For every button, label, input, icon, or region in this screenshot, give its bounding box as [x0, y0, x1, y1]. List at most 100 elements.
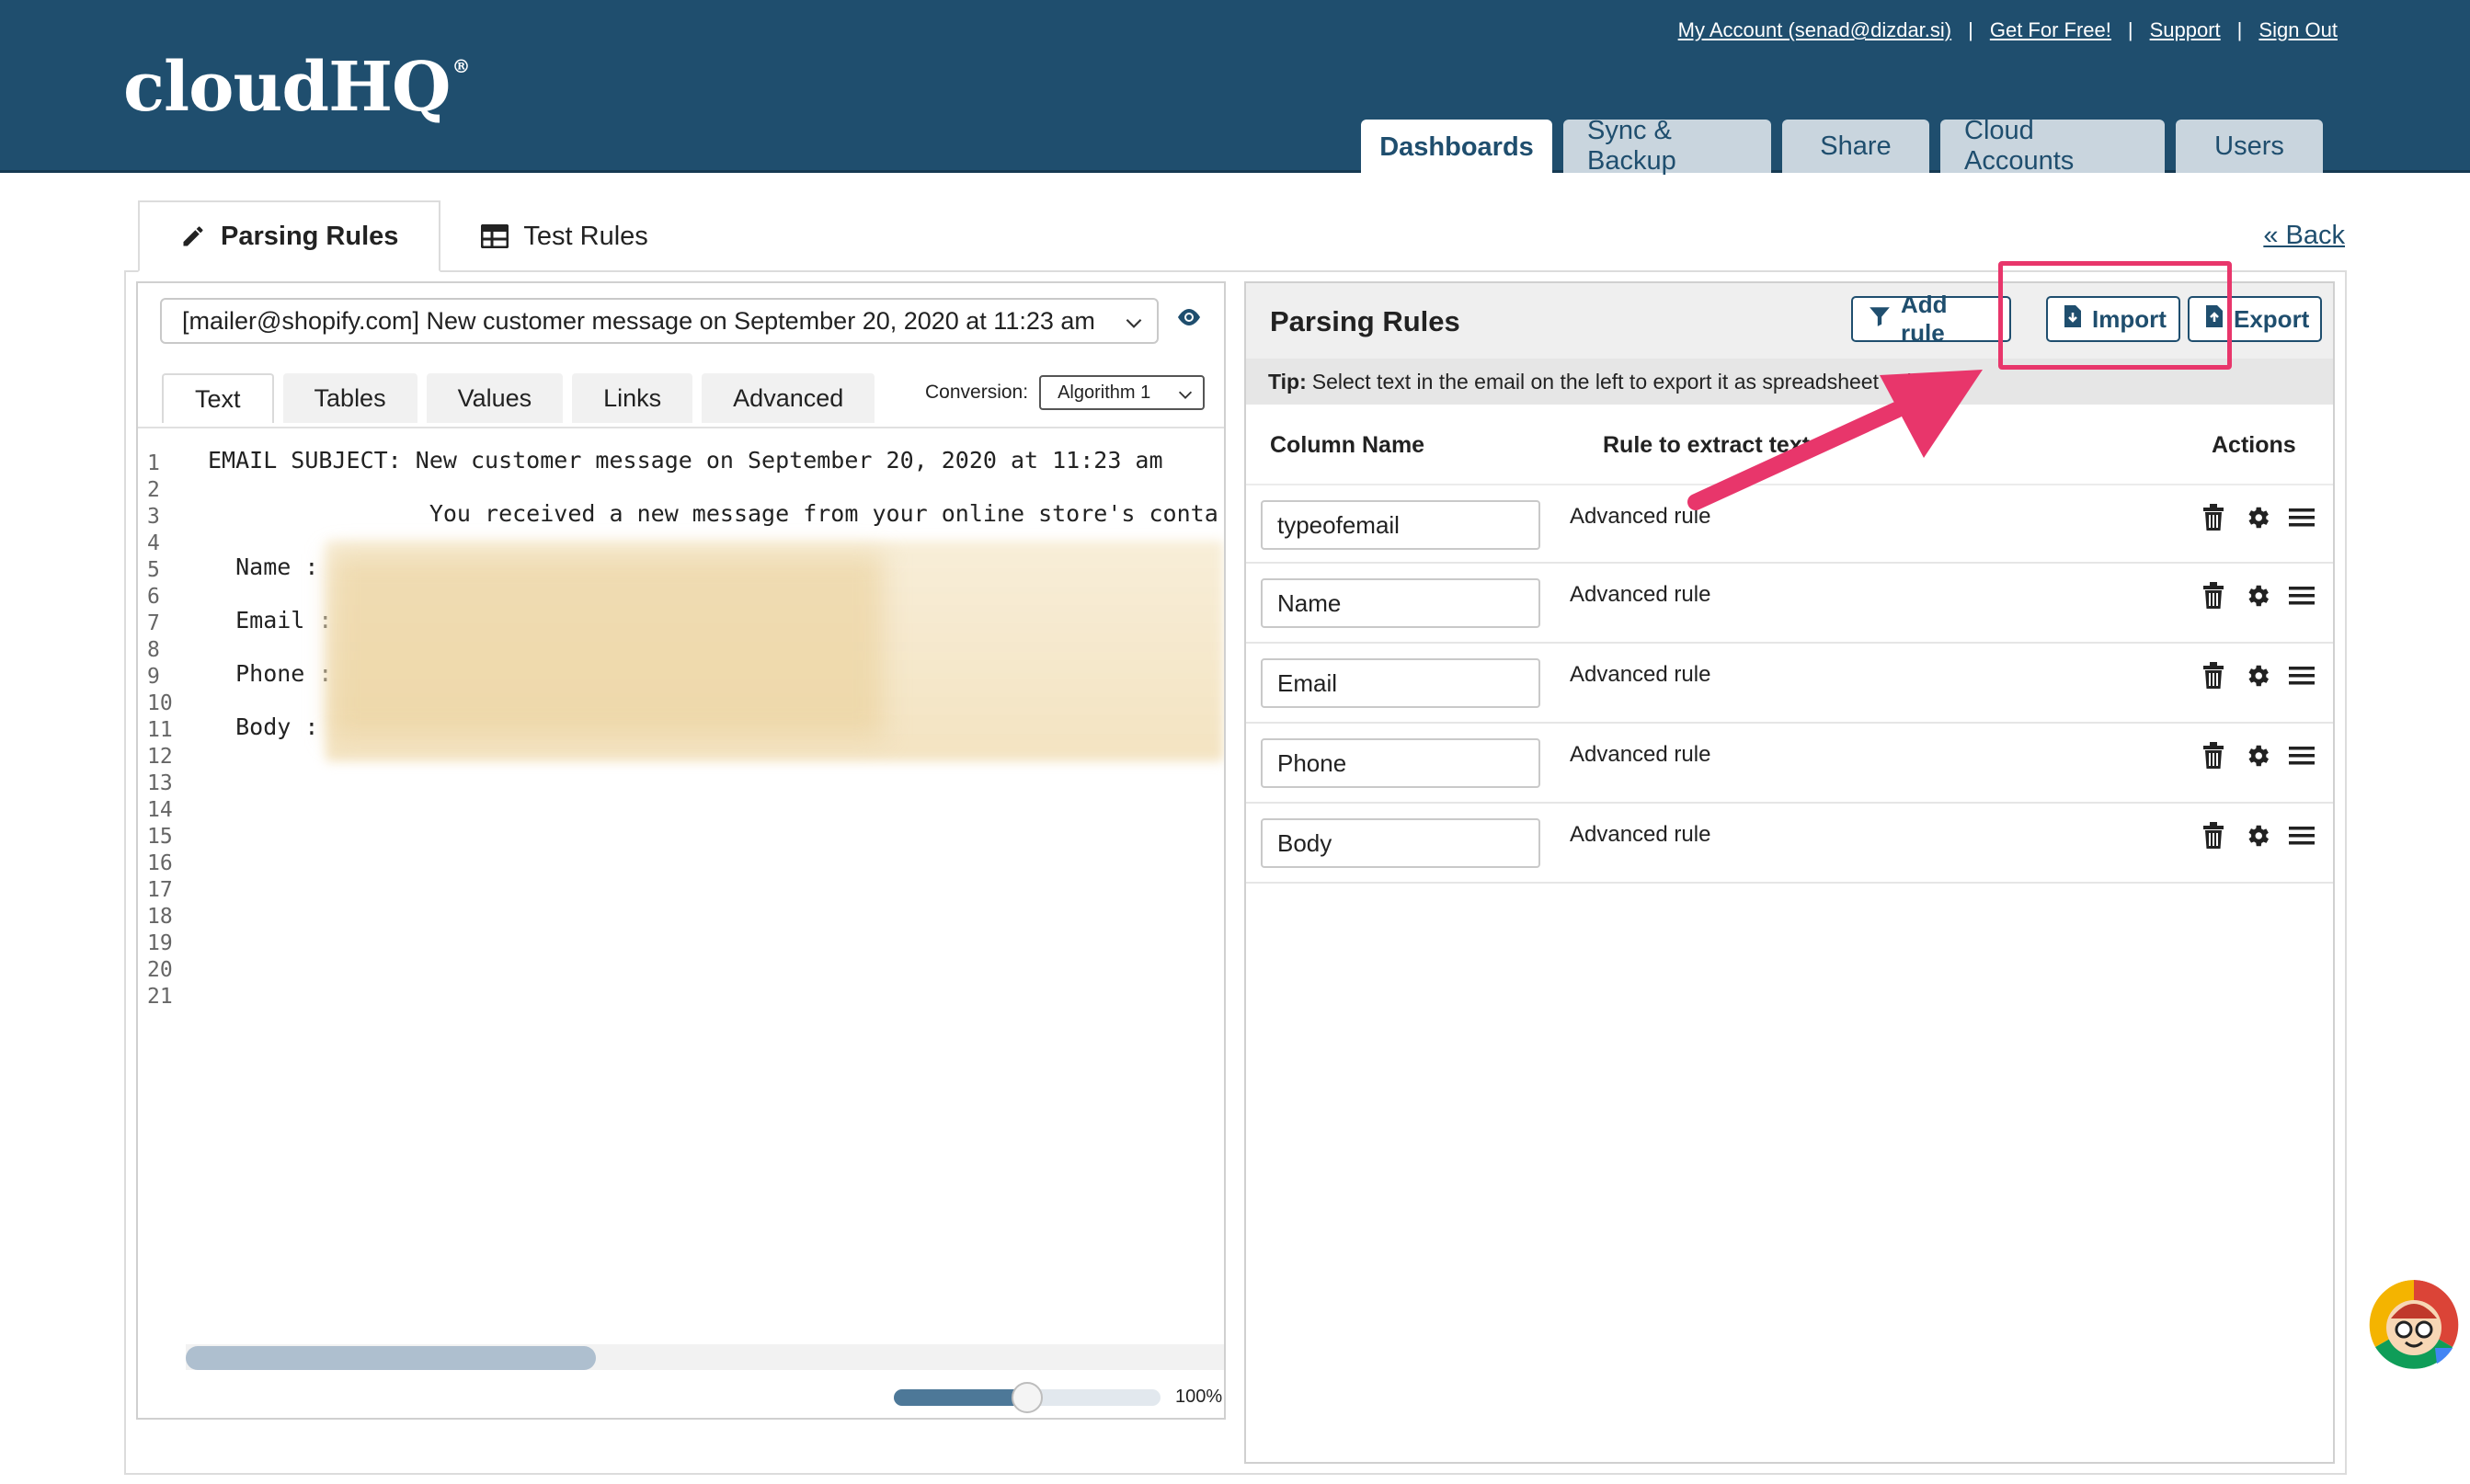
- column-name-input[interactable]: [1261, 738, 1540, 788]
- tab-text[interactable]: Text: [162, 373, 274, 423]
- tab-links[interactable]: Links: [572, 373, 693, 423]
- account-links: My Account (senad@dizdar.si) | Get For F…: [1678, 18, 2338, 42]
- line-number: 1: [147, 451, 160, 475]
- email-text-line: You received a new message from your onl…: [208, 500, 1219, 527]
- gear-icon[interactable]: [2243, 580, 2272, 611]
- horizontal-scrollbar[interactable]: [186, 1344, 1224, 1370]
- column-name-input[interactable]: [1261, 818, 1540, 868]
- tab-test-rules[interactable]: Test Rules: [440, 200, 688, 272]
- trash-icon[interactable]: [2199, 740, 2228, 771]
- conversion-label: Conversion:: [925, 382, 1029, 403]
- line-number: 14: [147, 798, 173, 822]
- cloudhq-logo[interactable]: cloudHQ ®: [123, 48, 470, 127]
- tab-parsing-rules-label: Parsing Rules: [221, 221, 399, 251]
- main-nav-tabs: Dashboards Sync & Backup Share Cloud Acc…: [1361, 116, 2323, 176]
- email-text-view[interactable]: 1 2 3 4 5 6 7 8 9 10 11 12 13 14 15 16 17 18 19 20 21 EMAIL …: [138, 427, 1224, 1236]
- tip-label: Tip:: [1268, 369, 1307, 394]
- email-preview-panel: [mailer@shopify.com] New customer messag…: [136, 281, 1226, 1420]
- get-for-free-link[interactable]: Get For Free!: [1990, 18, 2111, 42]
- eye-icon[interactable]: [1175, 307, 1203, 332]
- conversion-select-value: Algorithm 1: [1058, 382, 1151, 403]
- gear-icon[interactable]: [2243, 660, 2272, 691]
- email-text-line: [208, 474, 1219, 500]
- menu-icon[interactable]: [2287, 660, 2316, 691]
- email-text-line: EMAIL SUBJECT: New customer message on S…: [208, 447, 1163, 474]
- tab-parsing-rules[interactable]: Parsing Rules: [138, 200, 441, 272]
- tab-share[interactable]: Share: [1782, 120, 1929, 173]
- tab-cloud-accounts[interactable]: Cloud Accounts: [1940, 116, 2165, 176]
- line-number: 8: [147, 638, 160, 662]
- rules-list: Advanced rule Advanced rule Advanced rul…: [1246, 484, 2333, 884]
- support-chat-avatar[interactable]: [2369, 1280, 2459, 1370]
- chevron-down-icon: [1122, 311, 1146, 341]
- column-name-input[interactable]: [1261, 578, 1540, 628]
- line-number: 13: [147, 771, 173, 795]
- trash-icon[interactable]: [2199, 660, 2228, 691]
- back-link[interactable]: « Back: [2263, 221, 2345, 251]
- line-number: 15: [147, 825, 173, 849]
- add-rule-label: Add rule: [1901, 291, 1948, 347]
- trash-icon[interactable]: [2199, 580, 2228, 611]
- menu-icon[interactable]: [2287, 740, 2316, 771]
- email-select[interactable]: [mailer@shopify.com] New customer messag…: [160, 298, 1159, 344]
- column-name-input[interactable]: [1261, 500, 1540, 550]
- tab-advanced[interactable]: Advanced: [702, 373, 875, 423]
- link-separator: |: [1968, 18, 1973, 41]
- annotation-arrow: [1687, 370, 1983, 510]
- rule-row: Advanced rule: [1246, 644, 2333, 724]
- rule-description: Advanced rule: [1570, 662, 1711, 687]
- conversion-control: Conversion: Algorithm 1: [925, 375, 1206, 410]
- menu-icon[interactable]: [2287, 820, 2316, 851]
- support-link[interactable]: Support: [2150, 18, 2221, 42]
- rule-description: Advanced rule: [1570, 582, 1711, 607]
- line-number: 16: [147, 851, 173, 875]
- line-number: 12: [147, 745, 173, 769]
- zoom-slider-handle[interactable]: [1012, 1381, 1043, 1413]
- line-number: 11: [147, 718, 173, 742]
- tab-users[interactable]: Users: [2176, 120, 2323, 173]
- line-number: 3: [147, 505, 160, 529]
- scrollbar-thumb[interactable]: [186, 1346, 596, 1370]
- line-number: 19: [147, 931, 173, 955]
- export-label: Export: [2234, 304, 2310, 333]
- filter-icon: [1868, 304, 1892, 335]
- line-number: 9: [147, 665, 160, 689]
- line-number: 17: [147, 878, 173, 902]
- column-header-name: Column Name: [1270, 432, 1425, 458]
- zoom-level: 100%: [1175, 1387, 1223, 1407]
- app-header: cloudHQ ® My Account (senad@dizdar.si) | …: [0, 0, 2470, 176]
- trash-icon[interactable]: [2199, 502, 2228, 533]
- email-select-value: [mailer@shopify.com] New customer messag…: [182, 306, 1095, 335]
- trash-icon[interactable]: [2199, 820, 2228, 851]
- line-number: 4: [147, 531, 160, 555]
- gear-icon[interactable]: [2243, 740, 2272, 771]
- table-icon: [481, 224, 509, 248]
- tab-test-rules-label: Test Rules: [523, 221, 648, 251]
- line-number: 5: [147, 558, 160, 582]
- zoom-control: 100%: [894, 1381, 1223, 1413]
- sub-tabs: Parsing Rules Test Rules: [138, 200, 689, 272]
- add-rule-button[interactable]: Add rule: [1851, 291, 2011, 347]
- line-number: 10: [147, 691, 173, 715]
- gear-icon[interactable]: [2243, 820, 2272, 851]
- my-account-link[interactable]: My Account (senad@dizdar.si): [1678, 18, 1951, 42]
- column-name-input[interactable]: [1261, 658, 1540, 708]
- link-separator: |: [2127, 18, 2133, 41]
- conversion-select[interactable]: Algorithm 1: [1039, 375, 1206, 410]
- content-view-tabs: Text Tables Values Links Advanced: [162, 373, 875, 423]
- sign-out-link[interactable]: Sign Out: [2258, 18, 2338, 42]
- tab-sync-backup[interactable]: Sync & Backup: [1563, 116, 1771, 176]
- gear-icon[interactable]: [2243, 502, 2272, 533]
- menu-icon[interactable]: [2287, 580, 2316, 611]
- line-number: 18: [147, 905, 173, 929]
- tab-dashboards[interactable]: Dashboards: [1361, 120, 1552, 176]
- rule-row: Advanced rule: [1246, 564, 2333, 644]
- zoom-slider[interactable]: [894, 1381, 1161, 1413]
- tab-values[interactable]: Values: [426, 373, 564, 423]
- chevron-down-icon: [1175, 384, 1195, 410]
- tab-tables[interactable]: Tables: [282, 373, 417, 423]
- menu-icon[interactable]: [2287, 502, 2316, 533]
- rule-description: Advanced rule: [1570, 822, 1711, 847]
- redacted-content-detail: [331, 554, 883, 737]
- line-number: 20: [147, 958, 173, 982]
